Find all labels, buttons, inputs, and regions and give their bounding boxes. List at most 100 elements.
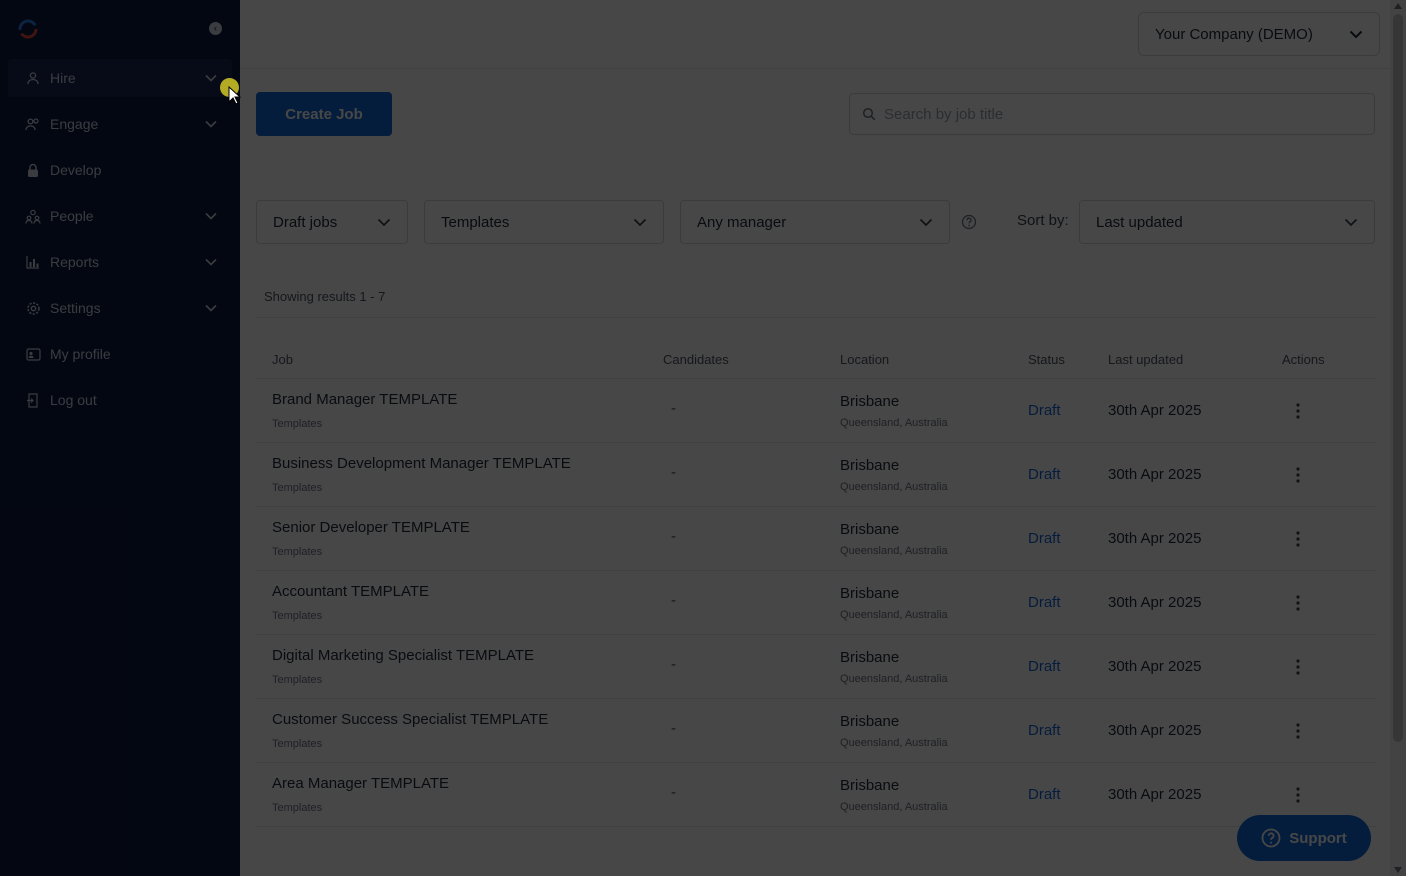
support-button[interactable]: Support [1237, 815, 1371, 861]
sidebar-item-label: Reports [50, 254, 100, 270]
job-title-link[interactable]: Area Manager TEMPLATE [272, 775, 449, 792]
job-title-link[interactable]: Senior Developer TEMPLATE [272, 519, 470, 536]
job-status-value: Draft jobs [273, 213, 338, 231]
chevron-down-icon[interactable] [204, 301, 218, 315]
column-header-location[interactable]: Location [840, 352, 889, 367]
chevron-down-icon[interactable] [204, 117, 218, 131]
more-actions-icon[interactable] [1290, 593, 1306, 613]
more-actions-icon[interactable] [1290, 401, 1306, 421]
sidebar-item-settings[interactable]: Settings [8, 289, 232, 327]
sidebar-item-label: My profile [50, 346, 111, 362]
job-category: Templates [272, 482, 323, 494]
status-text: Draft [1028, 530, 1061, 547]
gear-icon [24, 299, 42, 317]
status-text: Draft [1028, 786, 1061, 803]
collapse-sidebar-icon[interactable]: ‹ [209, 22, 222, 35]
jobs-table: Job Candidates Location Status Last upda… [256, 339, 1376, 827]
location-city: Brisbane [840, 393, 900, 410]
help-icon[interactable] [961, 214, 977, 230]
table-header: Job Candidates Location Status Last upda… [256, 339, 1376, 379]
candidates-count: - [671, 464, 676, 481]
location-city: Brisbane [840, 649, 900, 666]
sidebar-item-develop[interactable]: Develop [8, 151, 232, 189]
location-region: Queensland, Australia [840, 545, 948, 557]
scroll-down-icon[interactable] [1394, 867, 1402, 873]
sort-dropdown[interactable]: Last updated [1079, 200, 1375, 244]
sidebar-item-reports[interactable]: Reports [8, 243, 232, 281]
job-category: Templates [272, 674, 323, 686]
candidates-count: - [671, 592, 676, 609]
job-title-link[interactable]: Digital Marketing Specialist TEMPLATE [272, 647, 534, 664]
people-icon [24, 207, 42, 225]
company-select[interactable]: Your Company (DEMO) [1138, 12, 1380, 56]
category-dropdown[interactable]: Templates [424, 200, 664, 244]
table-row[interactable]: Accountant TEMPLATE Templates - Brisbane… [256, 571, 1376, 635]
category-value: Templates [441, 213, 510, 231]
sidebar-item-my-profile[interactable]: My profile [8, 335, 232, 373]
create-job-button[interactable]: Create Job [256, 92, 392, 136]
table-row[interactable]: Customer Success Specialist TEMPLATE Tem… [256, 699, 1376, 763]
chevron-down-icon[interactable] [204, 255, 218, 269]
last-updated-date: 30th Apr 2025 [1108, 530, 1202, 547]
chevron-down-icon[interactable] [204, 71, 218, 85]
job-category: Templates [272, 418, 323, 430]
table-row[interactable]: Senior Developer TEMPLATE Templates - Br… [256, 507, 1376, 571]
sidebar-item-people[interactable]: People [8, 197, 232, 235]
job-title-link[interactable]: Brand Manager TEMPLATE [272, 391, 457, 408]
table-row[interactable]: Business Development Manager TEMPLATE Te… [256, 443, 1376, 507]
location-city: Brisbane [840, 585, 900, 602]
scroll-up-icon[interactable] [1394, 3, 1402, 9]
job-status-dropdown[interactable]: Draft jobs [256, 200, 408, 244]
job-title-link[interactable]: Customer Success Specialist TEMPLATE [272, 711, 548, 728]
scroll-thumb[interactable] [1393, 14, 1403, 742]
column-header-status[interactable]: Status [1028, 352, 1065, 367]
column-header-job[interactable]: Job [272, 352, 293, 367]
job-category: Templates [272, 546, 323, 558]
chevron-down-icon [633, 218, 647, 226]
id-card-icon [24, 345, 42, 363]
candidates-count: - [671, 784, 676, 801]
sidebar: ‹ Hire Engage Develop People Reports Set… [0, 0, 240, 876]
chevron-down-icon [1344, 218, 1358, 226]
more-actions-icon[interactable] [1290, 785, 1306, 805]
column-header-candidates[interactable]: Candidates [663, 352, 729, 367]
chevron-down-icon[interactable] [204, 209, 218, 223]
table-row[interactable]: Digital Marketing Specialist TEMPLATE Te… [256, 635, 1376, 699]
more-actions-icon[interactable] [1290, 465, 1306, 485]
sidebar-item-label: Settings [50, 300, 101, 316]
sidebar-item-label: Log out [50, 392, 97, 408]
sidebar-item-engage[interactable]: Engage [8, 105, 232, 143]
chevron-down-icon [919, 218, 933, 226]
last-updated-date: 30th Apr 2025 [1108, 658, 1202, 675]
job-title-link[interactable]: Accountant TEMPLATE [272, 583, 429, 600]
user-icon [24, 69, 42, 87]
sidebar-item-hire[interactable]: Hire [8, 59, 232, 97]
search-box[interactable] [849, 93, 1375, 135]
job-category: Templates [272, 802, 323, 814]
search-input[interactable] [884, 105, 1374, 123]
last-updated-date: 30th Apr 2025 [1108, 466, 1202, 483]
status-text: Draft [1028, 466, 1061, 483]
location-region: Queensland, Australia [840, 609, 948, 621]
sidebar-item-log-out[interactable]: Log out [8, 381, 232, 419]
more-actions-icon[interactable] [1290, 529, 1306, 549]
sort-value: Last updated [1096, 213, 1183, 231]
manager-dropdown[interactable]: Any manager [680, 200, 950, 244]
bar-chart-icon [24, 253, 42, 271]
location-city: Brisbane [840, 457, 900, 474]
more-actions-icon[interactable] [1290, 721, 1306, 741]
table-row[interactable]: Brand Manager TEMPLATE Templates - Brisb… [256, 379, 1376, 443]
more-actions-icon[interactable] [1290, 657, 1306, 677]
mouse-cursor-icon [228, 86, 242, 105]
job-category: Templates [272, 610, 323, 622]
job-title-link[interactable]: Business Development Manager TEMPLATE [272, 455, 571, 472]
column-header-last-updated[interactable]: Last updated [1108, 352, 1183, 367]
scrollbar[interactable] [1390, 0, 1406, 876]
brand-logo-icon[interactable] [18, 19, 38, 39]
candidates-count: - [671, 656, 676, 673]
last-updated-date: 30th Apr 2025 [1108, 786, 1202, 803]
table-row[interactable]: Area Manager TEMPLATE Templates - Brisba… [256, 763, 1376, 827]
sidebar-item-label: Develop [50, 162, 102, 178]
topbar: Your Company (DEMO) [240, 0, 1390, 69]
divider [256, 317, 1376, 318]
